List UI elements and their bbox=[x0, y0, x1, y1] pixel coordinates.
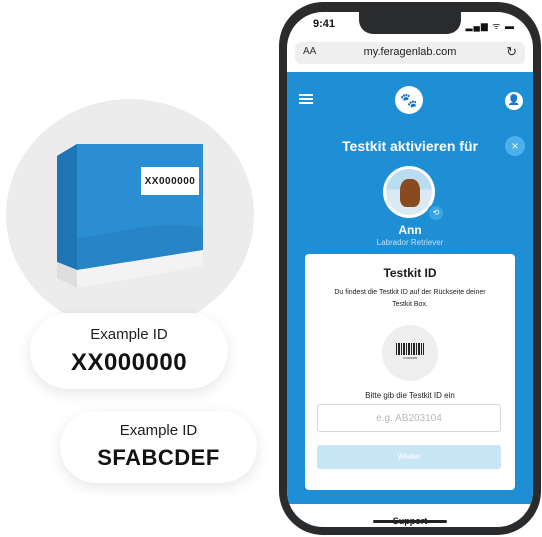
testkit-id-input-label: Bitte gib die Testkit ID ein bbox=[365, 391, 455, 400]
continue-button[interactable]: Weiter bbox=[317, 445, 501, 469]
example-id-card-1: Example ID XX000000 bbox=[30, 313, 228, 389]
switch-pet-icon[interactable]: ⟲ bbox=[427, 204, 445, 222]
pet-photo bbox=[386, 169, 432, 215]
reload-icon[interactable]: ↻ bbox=[506, 44, 517, 60]
card-title: Testkit ID bbox=[383, 266, 437, 280]
testkit-box-illustration bbox=[57, 144, 203, 288]
dog-shape bbox=[400, 179, 420, 207]
status-icons: ▂▄▆ ᯤ ▬ bbox=[465, 21, 515, 31]
phone-screen: 9:41 ▂▄▆ ᯤ ▬ AA my.feragenlab.com ↻ 🐾 👤 … bbox=[287, 12, 533, 527]
footer: Support bbox=[287, 504, 533, 527]
testkit-id-card: Testkit ID Du findest die Testkit ID auf… bbox=[305, 254, 515, 490]
phone-notch bbox=[359, 12, 461, 34]
url-text[interactable]: my.feragenlab.com bbox=[295, 46, 525, 58]
barcode-icon bbox=[396, 343, 424, 355]
home-indicator[interactable] bbox=[373, 520, 447, 523]
example-id-card-2: Example ID SFABCDEF bbox=[60, 411, 257, 483]
close-icon[interactable]: × bbox=[505, 136, 525, 156]
modal-title: Testkit aktivieren für bbox=[342, 138, 478, 154]
example-id-value: XX000000 bbox=[70, 349, 188, 376]
example-id-value: SFABCDEF bbox=[97, 445, 220, 470]
box-id-label: XX000000 bbox=[141, 167, 199, 195]
app-content: 🐾 👤 Testkit aktivieren für × ⟲ Ann Labra… bbox=[287, 72, 533, 527]
barcode-illustration: XX000000 bbox=[382, 325, 438, 381]
card-description: Du findest die Testkit ID auf der Rückse… bbox=[334, 289, 486, 308]
user-icon[interactable]: 👤 bbox=[505, 92, 523, 110]
status-time: 9:41 bbox=[313, 18, 336, 30]
example-id-caption: Example ID bbox=[119, 422, 198, 439]
hamburger-icon[interactable] bbox=[299, 94, 313, 104]
pet-name: Ann bbox=[398, 223, 422, 237]
testkit-id-input[interactable] bbox=[317, 404, 501, 432]
barcode-text: XX000000 bbox=[402, 356, 417, 360]
phone-frame: 9:41 ▂▄▆ ᯤ ▬ AA my.feragenlab.com ↻ 🐾 👤 … bbox=[279, 2, 541, 535]
pet-breed: Labrador Retriever bbox=[376, 238, 444, 247]
example-id-caption: Example ID bbox=[90, 326, 168, 343]
paw-icon[interactable]: 🐾 bbox=[395, 86, 423, 114]
browser-url-bar[interactable]: AA my.feragenlab.com ↻ bbox=[295, 42, 525, 64]
